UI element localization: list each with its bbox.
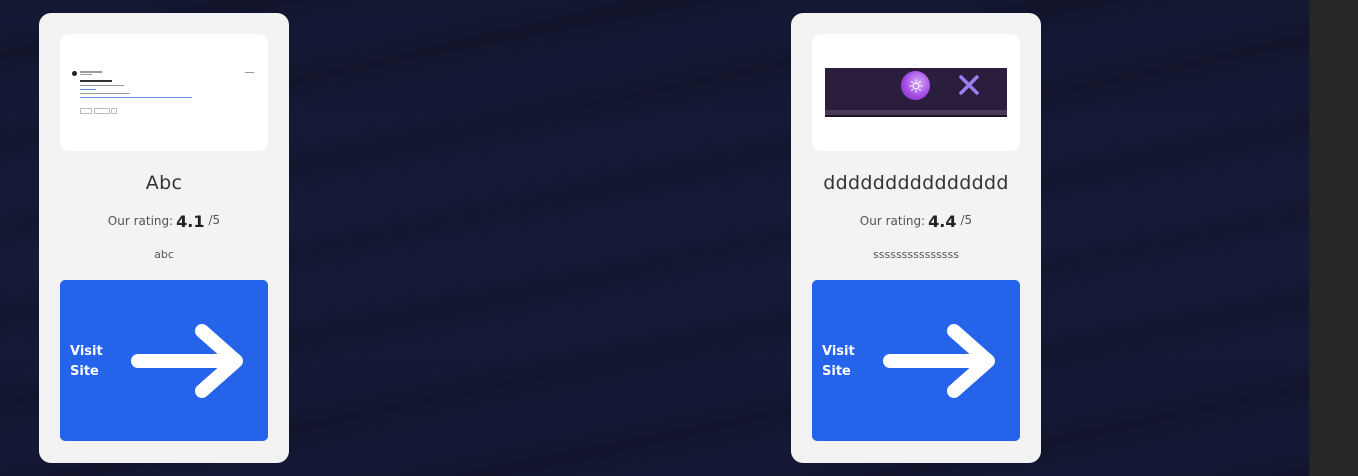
- close-icon: [959, 75, 979, 95]
- visit-site-button[interactable]: Visit Site: [60, 280, 268, 441]
- rating-max: /5: [208, 213, 221, 227]
- site-description: abc: [154, 248, 174, 261]
- visit-site-label: Visit Site: [822, 344, 855, 379]
- site-description: sssssssssssssss: [873, 248, 959, 261]
- rating-label: Our rating:: [107, 214, 174, 228]
- scrollbar-track[interactable]: [1309, 0, 1358, 476]
- site-card: ddddddddddddddd Our rating: 4.4/5 sssssss…: [791, 13, 1041, 463]
- site-thumbnail[interactable]: [812, 34, 1020, 151]
- thumbnail-preview: [825, 68, 1007, 117]
- rating: Our rating: 4.1/5: [39, 210, 289, 231]
- rating-value: 4.4: [928, 212, 957, 231]
- thumbnail-preview: [72, 70, 256, 120]
- rating-max: /5: [960, 213, 973, 227]
- visit-site-button[interactable]: Visit Site: [812, 280, 1020, 441]
- arrow-right-icon: [131, 324, 243, 398]
- visit-site-label: Visit Site: [70, 344, 103, 379]
- site-card: Abc Our rating: 4.1/5 abc Visit Site: [39, 13, 289, 463]
- rating-value: 4.1: [176, 212, 205, 231]
- site-title: ddddddddddddddd: [823, 172, 1009, 194]
- site-thumbnail[interactable]: [60, 34, 268, 151]
- sun-icon: [901, 71, 930, 100]
- rating: Our rating: 4.4/5: [791, 210, 1041, 231]
- site-title: Abc: [145, 172, 183, 194]
- rating-label: Our rating:: [859, 214, 926, 228]
- arrow-right-icon: [883, 324, 995, 398]
